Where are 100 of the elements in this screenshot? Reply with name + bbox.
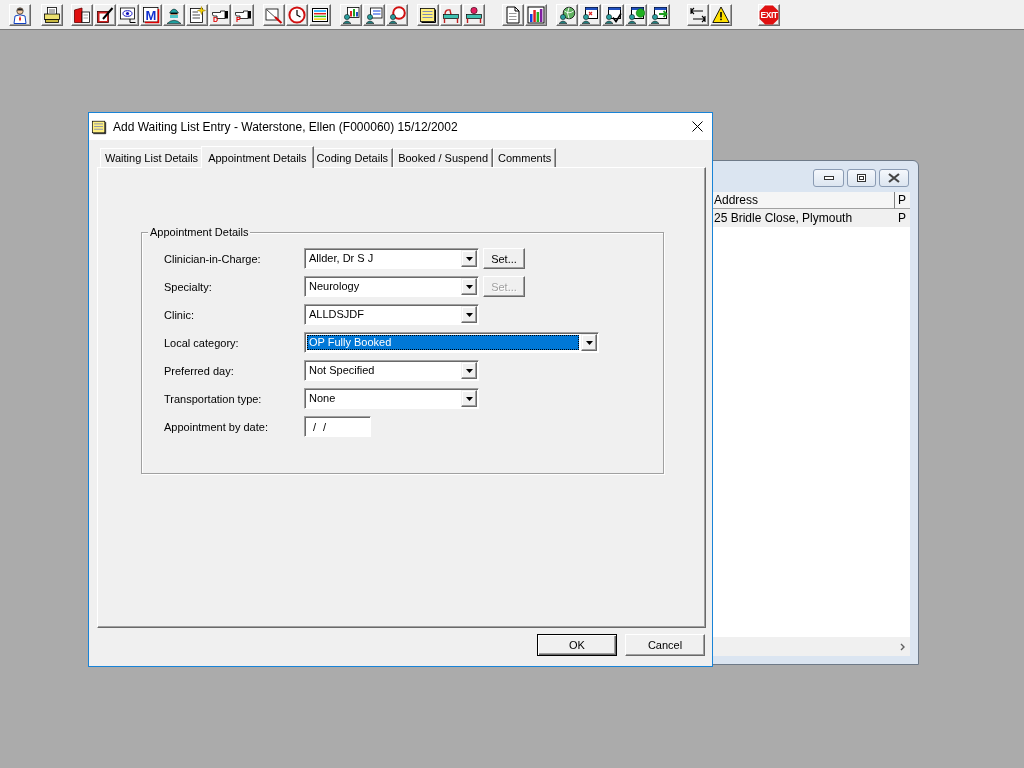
- date-field[interactable]: / /: [304, 416, 371, 437]
- person-circle-icon: [388, 6, 406, 24]
- field-label: Specialty:: [164, 280, 213, 293]
- person-globe-icon: [558, 6, 576, 24]
- masked-person-icon: [165, 6, 183, 24]
- toolbar-button[interactable]: [363, 4, 385, 26]
- toolbar-button[interactable]: [340, 4, 362, 26]
- window-title: Add Waiting List Entry - Waterstone, Ellen (F000060) 15/12/2002: [113, 119, 458, 134]
- minimize-icon: [823, 176, 834, 180]
- field-label: Clinician-in-Charge:: [164, 252, 262, 265]
- dropdown-button[interactable]: [461, 362, 477, 379]
- dropdown-button[interactable]: [461, 250, 477, 267]
- maximize-button[interactable]: [847, 169, 876, 187]
- form-cross-icon: [581, 6, 599, 24]
- toolbar-button[interactable]: [163, 4, 185, 26]
- person-form-icon: [365, 6, 383, 24]
- field-label: Transportation type:: [164, 392, 263, 405]
- toolbar-button[interactable]: [186, 4, 208, 26]
- person-icon: [11, 6, 29, 24]
- list-cell-text: P: [897, 210, 907, 227]
- caret-down-icon: [465, 256, 473, 261]
- bed-person-icon: [465, 6, 483, 24]
- list-cell-text: 25 Bridle Close, Plymouth: [713, 210, 854, 227]
- maximize-icon: [857, 174, 866, 182]
- toolbar-button[interactable]: [525, 4, 547, 26]
- tab[interactable]: Coding Details: [311, 148, 394, 167]
- toolbar-button[interactable]: [386, 4, 408, 26]
- close-button[interactable]: [879, 169, 909, 187]
- column-header[interactable]: P: [895, 192, 910, 209]
- toolbar-button[interactable]: [502, 4, 524, 26]
- dropdown[interactable]: ALLDSJDF: [304, 304, 479, 325]
- toolbar-button[interactable]: [556, 4, 578, 26]
- caret-down-icon: [465, 368, 473, 373]
- form-tick-icon: [604, 6, 622, 24]
- warning-icon: [712, 6, 730, 24]
- stop-sign-icon: [759, 5, 779, 25]
- letter-card-icon: [142, 6, 160, 24]
- dropdown[interactable]: OP Fully Booked: [304, 332, 599, 353]
- toolbar-button[interactable]: [710, 4, 732, 26]
- tab[interactable]: Comments: [493, 148, 557, 167]
- field-label: Appointment by date:: [164, 420, 269, 433]
- note-icon: [419, 6, 437, 24]
- caret-down-icon: [465, 284, 473, 289]
- page-icon: [504, 6, 522, 24]
- printer-icon: [43, 6, 61, 24]
- dropdown[interactable]: Not Specified: [304, 360, 479, 381]
- lines-screen-icon: [311, 6, 329, 24]
- caret-down-icon: [585, 340, 593, 345]
- dropdown-button[interactable]: [461, 278, 477, 295]
- toolbar-button[interactable]: [417, 4, 439, 26]
- clock-icon: [288, 6, 306, 24]
- toolbar-button[interactable]: [94, 4, 116, 26]
- dropdown[interactable]: None: [304, 388, 479, 409]
- dialog-button[interactable]: OK: [537, 634, 617, 656]
- toolbar-button[interactable]: [41, 4, 63, 26]
- note-icon: [91, 118, 107, 135]
- tab[interactable]: Booked / Suspend: [393, 148, 494, 167]
- field-label: Local category:: [164, 336, 240, 349]
- field-label: Preferred day:: [164, 364, 235, 377]
- close-icon: [691, 121, 703, 132]
- toolbar-button[interactable]: [687, 4, 709, 26]
- caret-down-icon: [465, 312, 473, 317]
- person-chart-icon: [342, 6, 360, 24]
- toolbar-button[interactable]: EXIT: [758, 4, 780, 26]
- chevron-right-icon[interactable]: [900, 642, 905, 651]
- group-title: Appointment Details: [148, 226, 251, 239]
- form-blob-icon: [627, 6, 645, 24]
- notepad-pen-icon: [96, 6, 114, 24]
- document-sparkle-icon: [188, 6, 206, 24]
- dropdown-button[interactable]: [461, 390, 477, 407]
- dialog-button[interactable]: Cancel: [625, 634, 705, 656]
- minimize-button[interactable]: [813, 169, 844, 187]
- bed-icon: [442, 6, 460, 24]
- dropdown-button[interactable]: [461, 306, 477, 323]
- book-icon: [73, 6, 91, 24]
- toolbar-button[interactable]: [463, 4, 485, 26]
- dropdown-button[interactable]: [581, 334, 597, 351]
- dropdown[interactable]: Allder, Dr S J: [304, 248, 479, 269]
- toolbar-button[interactable]: [625, 4, 647, 26]
- close-icon: [888, 173, 900, 183]
- toolbar-button[interactable]: M: [140, 4, 162, 26]
- toolbar-button[interactable]: [602, 4, 624, 26]
- toolbar-button[interactable]: [117, 4, 139, 26]
- swap-arrows-icon: [689, 6, 707, 24]
- toolbar-button[interactable]: [9, 4, 31, 26]
- toolbar-button[interactable]: [579, 4, 601, 26]
- field-label: Clinic:: [164, 308, 195, 321]
- document-pencil-icon: [265, 6, 283, 24]
- tab[interactable]: Appointment Details: [201, 146, 314, 168]
- toolbar-button[interactable]: [309, 4, 331, 26]
- toolbar-button[interactable]: [71, 4, 93, 26]
- set-button[interactable]: Set...: [483, 248, 525, 269]
- toolbar-button[interactable]: [440, 4, 462, 26]
- bar-chart-icon: [527, 6, 545, 24]
- toolbar-button[interactable]: [648, 4, 670, 26]
- eye-document-icon: [119, 6, 137, 24]
- tab[interactable]: Waiting List Details: [100, 148, 204, 167]
- form-arrows-icon: [650, 6, 668, 24]
- caret-down-icon: [465, 396, 473, 401]
- dropdown[interactable]: Neurology: [304, 276, 479, 297]
